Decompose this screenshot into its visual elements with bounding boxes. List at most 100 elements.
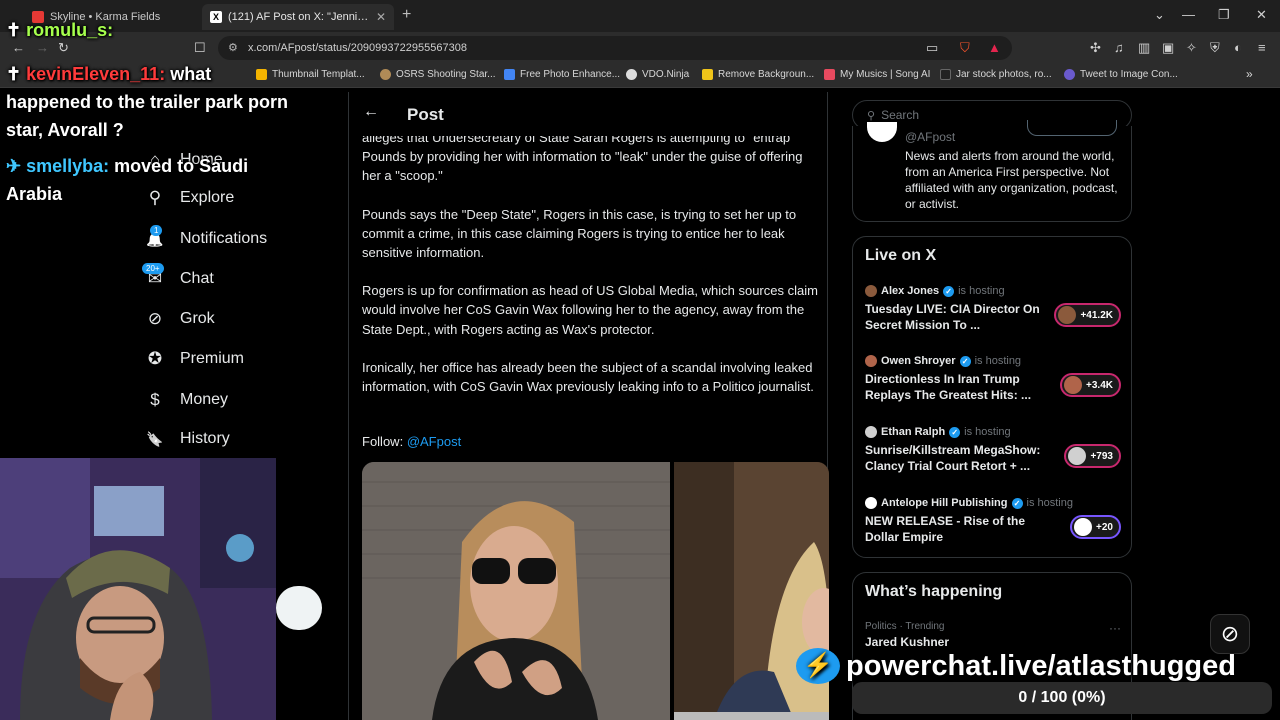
bookmark-favicon-icon (940, 69, 951, 80)
verified-badge-icon: ✓ (959, 355, 971, 367)
bookmark-item[interactable]: Remove Backgroun... (702, 69, 814, 80)
live-space-item[interactable]: Ethan Ralph ✓ is hosting Sunrise/Killstrea… (865, 426, 1121, 474)
bookmark-favicon-icon (824, 69, 835, 80)
page-title: Post (407, 105, 444, 124)
restore-button[interactable]: ❐ (1218, 7, 1230, 23)
more-bookmarks-icon[interactable]: » (1246, 67, 1253, 81)
nav-premium[interactable]: ✪ Premium (144, 349, 244, 369)
bookmark-label: Jar stock photos, ro... (956, 69, 1052, 80)
bookmark-label: VDO.Ninja (642, 69, 690, 80)
bookmark-label: Tweet to Image Con... (1080, 69, 1178, 80)
whats-happening-title: What’s happening (865, 583, 1003, 600)
nav-label: Notifications (180, 230, 268, 247)
media-icon[interactable]: ♫ (1114, 40, 1124, 55)
chat-icon: ✉ 20+ (142, 263, 166, 289)
follow-line: Follow: @AFpost (362, 434, 461, 449)
nav-notifications[interactable]: 🔔 1 Notifications (144, 225, 268, 249)
bell-icon: 🔔 1 (144, 225, 166, 249)
profile-bio: News and alerts from around the world, f… (905, 149, 1118, 211)
post-image-1[interactable] (362, 462, 670, 720)
bookmark-item[interactable]: Jar stock photos, ro... (940, 69, 1052, 80)
tab-search-icon[interactable]: ⌄ (1154, 7, 1165, 23)
host-name: Ethan Ralph (881, 426, 946, 438)
post-paragraph: Rogers is up for confirmation as head of… (362, 283, 818, 337)
chat-message: ✝ kevinEleven_11: what happened to the t… (6, 60, 296, 144)
host-name: Antelope Hill Publishing (881, 497, 1008, 509)
extensions-icon[interactable]: ✣ (1090, 40, 1101, 56)
trend-item[interactable]: Politics · Trending Jared Kushner ··· (865, 621, 1121, 649)
post-text: alleges that Undersecretary of State Sar… (362, 128, 822, 415)
back-arrow-icon[interactable]: ← (363, 103, 379, 121)
profile-card: @AFpost News and alerts from around the … (852, 120, 1132, 222)
listener-count-pill[interactable]: +20 (1070, 515, 1121, 539)
cast-icon[interactable]: ▭ (926, 40, 938, 56)
hosting-label: is hosting (974, 355, 1022, 367)
host-avatar (865, 285, 877, 297)
listener-count-pill[interactable]: +41.2K (1054, 303, 1121, 327)
post-paragraph: alleges that Undersecretary of State Sar… (362, 130, 803, 184)
follow-button[interactable] (1027, 120, 1117, 136)
trend-meta: Politics · Trending (865, 621, 945, 632)
chat-message: ✈ smellyba: moved to Saudi Arabia (6, 152, 296, 208)
close-tab-icon[interactable]: ✕ (376, 10, 386, 24)
host-avatar (865, 426, 877, 438)
minimize-button[interactable]: — (1182, 7, 1195, 22)
brave-rewards-icon[interactable]: ▲ (988, 40, 1001, 55)
chat-icon: ✝ (6, 20, 27, 40)
post-header: ← Post (349, 92, 827, 136)
bookmark-item[interactable]: OSRS Shooting Star... (380, 69, 496, 80)
nav-history[interactable]: 🔖 History (144, 430, 230, 448)
reload-icon[interactable]: ↻ (58, 40, 69, 56)
search-icon: ⚲ (867, 109, 876, 122)
follow-handle-link[interactable]: @AFpost (407, 434, 461, 449)
menu-icon[interactable]: ≡ (1258, 40, 1266, 55)
streamer-webcam-image (0, 458, 276, 720)
live-space-title: Tuesday LIVE: CIA Director On Secret Mis… (865, 302, 1040, 332)
nav-grok[interactable]: ⊘ Grok (144, 309, 215, 329)
nav-chat[interactable]: ✉ 20+ Chat (142, 263, 214, 289)
live-host: Alex Jones ✓ is hosting (865, 285, 1121, 297)
profile-handle[interactable]: @AFpost (905, 130, 955, 144)
listener-count: +793 (1090, 450, 1113, 462)
address-bar[interactable]: ⚙ x.com/AFpost/status/209099372295556730… (218, 36, 1012, 60)
bookmark-item[interactable]: Tweet to Image Con... (1064, 69, 1178, 80)
vpn-icon[interactable]: ⛨ (1210, 40, 1220, 56)
site-info-icon[interactable]: ⚙ (228, 41, 238, 54)
sidebar-toggle-icon[interactable]: ▥ (1138, 40, 1150, 56)
bookmark-item[interactable]: My Musics | Song AI (824, 69, 930, 80)
wallet-icon[interactable]: ▣ (1162, 40, 1174, 56)
leo-ai-icon[interactable]: ✧ (1186, 40, 1197, 56)
post-button[interactable] (276, 586, 322, 630)
back-icon[interactable]: ← (12, 40, 25, 55)
bookmark-label: My Musics | Song AI (840, 69, 931, 80)
live-space-item[interactable]: Antelope Hill Publishing ✓ is hosting NEW … (865, 497, 1121, 545)
listener-count-pill[interactable]: +793 (1064, 444, 1121, 468)
more-options-icon[interactable]: ··· (1109, 621, 1121, 635)
listener-count-pill[interactable]: +3.4K (1060, 373, 1121, 397)
host-avatar (865, 355, 877, 367)
listener-avatar (1064, 376, 1083, 394)
live-space-item[interactable]: Alex Jones ✓ is hosting Tuesday LIVE: CIA … (865, 285, 1121, 333)
verified-badge-icon: ✓ (949, 426, 961, 438)
webcam-feed (0, 458, 276, 720)
listener-avatar (1058, 306, 1077, 324)
search-placeholder: Search (881, 108, 920, 122)
live-space-item[interactable]: Owen Shroyer ✓ is hosting Directionless In… (865, 355, 1121, 403)
forward-icon[interactable]: → (36, 40, 49, 55)
bookmark-item[interactable]: Free Photo Enhance... (504, 69, 620, 80)
bookmark-favicon-icon (504, 69, 515, 80)
bookmark-item[interactable]: VDO.Ninja (626, 69, 689, 80)
woman-sunglasses-image (362, 462, 670, 720)
post-paragraph: Pounds says the "Deep State", Rogers in … (362, 206, 797, 261)
chat-badge: 20+ (142, 263, 164, 274)
bookmark-label: Remove Backgroun... (718, 69, 815, 80)
hosting-label: is hosting (964, 426, 1011, 438)
new-tab-button[interactable]: + (402, 6, 411, 24)
brave-shield-icon[interactable]: ⛉ (960, 40, 970, 56)
profile-icon[interactable]: ◐ (1234, 40, 1242, 55)
close-window-button[interactable]: ✕ (1256, 7, 1267, 23)
nav-label: History (180, 430, 230, 447)
post-paragraph: Ironically, her office has already been … (362, 359, 814, 395)
nav-money[interactable]: $ Money (144, 390, 228, 410)
bookmark-page-icon[interactable]: ☐ (194, 40, 206, 56)
